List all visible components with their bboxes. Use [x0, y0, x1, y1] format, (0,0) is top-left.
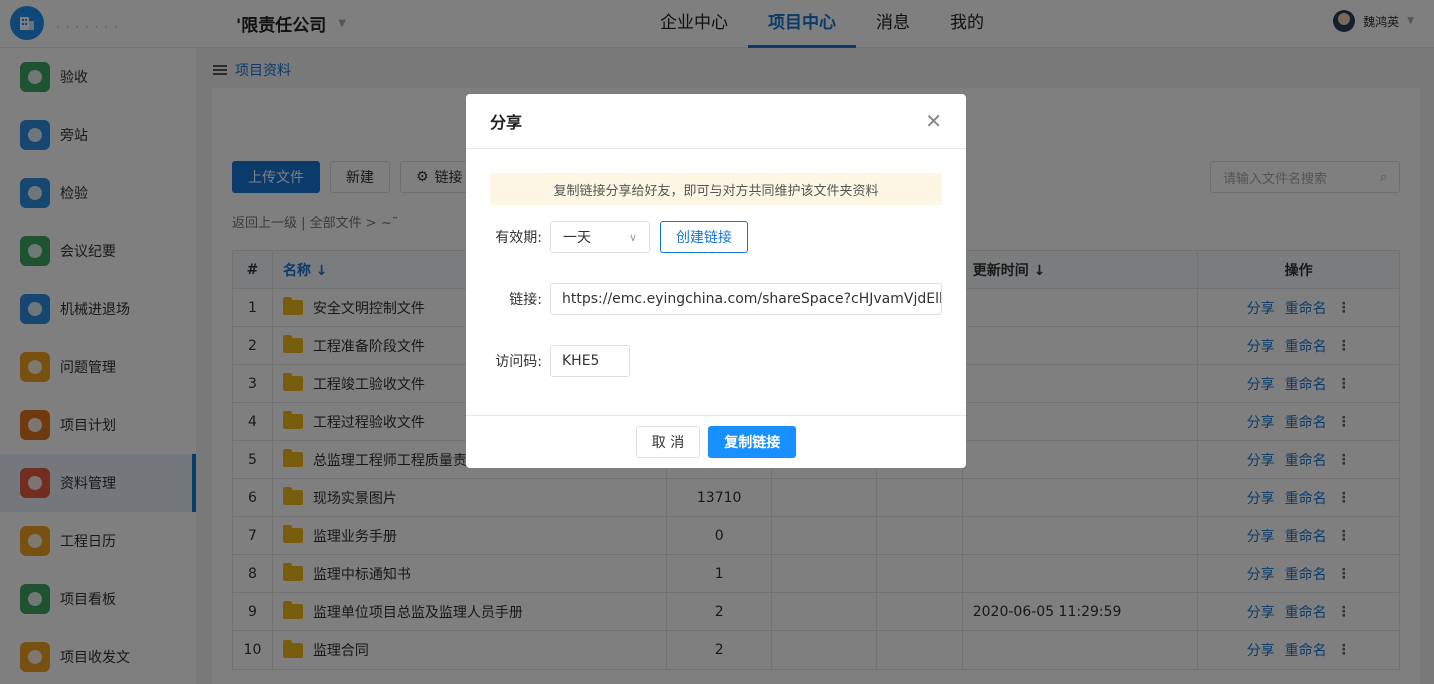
copy-link-button[interactable]: 复制链接: [708, 426, 797, 458]
access-code-field[interactable]: KHE5: [550, 345, 630, 377]
create-link-button[interactable]: 创建链接: [660, 221, 748, 253]
code-label: 访问码:: [495, 354, 542, 370]
validity-row: 有效期: 一天 ∨ 创建链接: [466, 221, 748, 253]
code-row: 访问码: KHE5: [466, 345, 630, 377]
chevron-down-icon: ∨: [628, 230, 637, 244]
share-dialog: 分享 ✕ 复制链接分享给好友，即可与对方共同维护该文件夹资料 有效期: 一天 ∨…: [466, 94, 966, 468]
validity-select[interactable]: 一天 ∨: [550, 221, 650, 253]
close-icon[interactable]: ✕: [925, 111, 942, 131]
link-label: 链接:: [509, 292, 542, 308]
link-field[interactable]: https://emc.eyingchina.com/shareSpace?cH…: [550, 283, 942, 315]
cancel-button[interactable]: 取 消: [635, 426, 701, 458]
validity-value: 一天: [563, 230, 591, 246]
share-notice: 复制链接分享给好友，即可与对方共同维护该文件夹资料: [490, 173, 942, 205]
dialog-header: 分享 ✕: [466, 94, 966, 149]
validity-label: 有效期:: [495, 230, 542, 246]
dialog-title: 分享: [490, 113, 523, 132]
link-row: 链接: https://emc.eyingchina.com/shareSpac…: [466, 283, 942, 315]
dialog-footer: 取 消 复制链接: [466, 415, 966, 468]
